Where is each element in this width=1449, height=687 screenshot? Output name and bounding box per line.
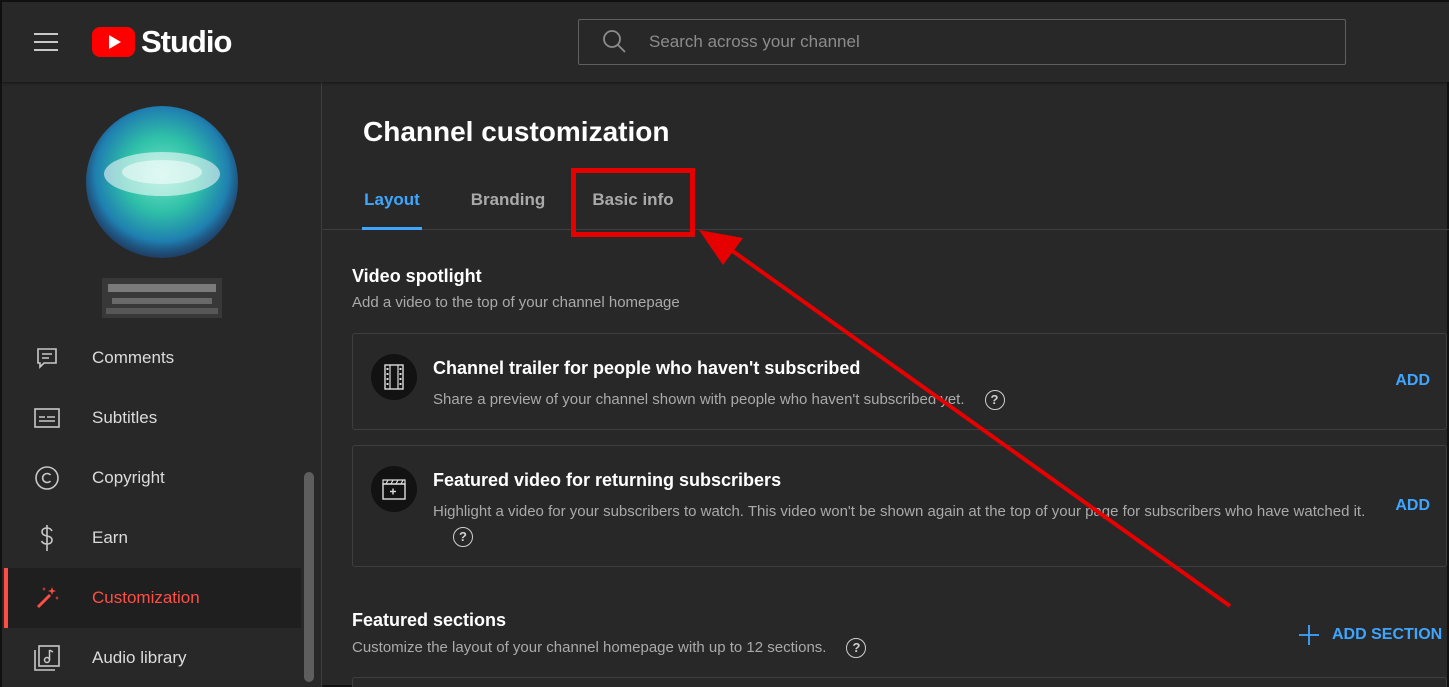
- logo-text: Studio: [141, 24, 232, 59]
- tab-branding[interactable]: Branding: [468, 190, 548, 230]
- channel-trailer-card: Channel trailer for people who haven't s…: [352, 333, 1447, 430]
- comment-icon: [34, 345, 60, 371]
- section-subtitle-text: Customize the layout of your channel hom…: [352, 638, 827, 656]
- sidebar-item-comments[interactable]: Comments: [4, 328, 301, 388]
- search-icon: [603, 30, 626, 53]
- tab-layout[interactable]: Layout: [362, 190, 422, 230]
- magic-wand-icon: [34, 585, 60, 611]
- add-trailer-button[interactable]: ADD: [1395, 372, 1430, 390]
- help-icon[interactable]: ?: [846, 638, 867, 658]
- audio-library-icon: [34, 645, 60, 671]
- main-content: Channel customization Layout Branding Ba…: [323, 82, 1449, 687]
- hamburger-menu-icon[interactable]: [24, 26, 70, 58]
- card-description-text: Highlight a video for your subscribers t…: [433, 503, 1366, 520]
- film-strip-icon: [371, 354, 417, 400]
- youtube-studio-logo[interactable]: Studio: [92, 24, 232, 60]
- subtitles-icon: [34, 405, 60, 431]
- card-description: Share a preview of your channel shown wi…: [433, 387, 1005, 412]
- youtube-logo-icon: [92, 27, 135, 57]
- sidebar-scrollbar[interactable]: [304, 472, 314, 682]
- card-description: Highlight a video for your subscribers t…: [433, 499, 1383, 549]
- help-icon[interactable]: ?: [453, 527, 473, 548]
- section-card-partial: [352, 677, 1447, 687]
- sidebar-item-label: Customization: [92, 588, 200, 607]
- sidebar-item-label: Comments: [92, 348, 175, 367]
- section-title-featured-sections: Featured sections: [352, 610, 507, 630]
- sidebar-item-earn[interactable]: Earn: [4, 508, 301, 568]
- dollar-icon: [34, 525, 60, 551]
- channel-avatar[interactable]: [82, 102, 242, 262]
- plus-icon: [1299, 625, 1319, 645]
- sidebar-item-label: Earn: [92, 528, 128, 547]
- sidebar-item-copyright[interactable]: Copyright: [4, 448, 301, 508]
- sidebar-item-label: Copyright: [92, 468, 165, 487]
- tab-basic-info[interactable]: Basic info: [588, 190, 678, 230]
- card-title: Featured video for returning subscribers: [433, 470, 782, 490]
- help-icon[interactable]: ?: [984, 390, 1005, 411]
- add-section-label: ADD SECTION: [1332, 626, 1443, 643]
- card-title: Channel trailer for people who haven't s…: [433, 358, 861, 378]
- featured-video-card: Featured video for returning subscribers…: [352, 445, 1447, 567]
- video-add-icon: [371, 466, 417, 512]
- sidebar: Comments Subtitles Copyright Earn Custom…: [2, 82, 322, 687]
- search-input[interactable]: [649, 32, 1329, 52]
- sidebar-item-audio-library[interactable]: Audio library: [4, 628, 301, 687]
- add-featured-video-button[interactable]: ADD: [1395, 497, 1430, 515]
- sidebar-item-subtitles[interactable]: Subtitles: [4, 388, 301, 448]
- tab-bar: Layout Branding Basic info: [323, 178, 1449, 230]
- section-subtitle: Add a video to the top of your channel h…: [352, 294, 680, 311]
- page-title: Channel customization: [363, 116, 670, 147]
- sidebar-item-label: Audio library: [92, 648, 187, 667]
- channel-name-image: [102, 278, 222, 318]
- sidebar-item-customization[interactable]: Customization: [4, 568, 301, 628]
- section-title-video-spotlight: Video spotlight: [352, 266, 482, 286]
- top-header: Studio: [2, 2, 1449, 82]
- card-description-text: Share a preview of your channel shown wi…: [433, 391, 965, 408]
- search-bar[interactable]: [578, 19, 1346, 65]
- add-section-button[interactable]: ADD SECTION: [1298, 624, 1442, 646]
- section-subtitle: Customize the layout of your channel hom…: [352, 638, 867, 658]
- sidebar-item-label: Subtitles: [92, 408, 158, 427]
- copyright-icon: [34, 465, 60, 491]
